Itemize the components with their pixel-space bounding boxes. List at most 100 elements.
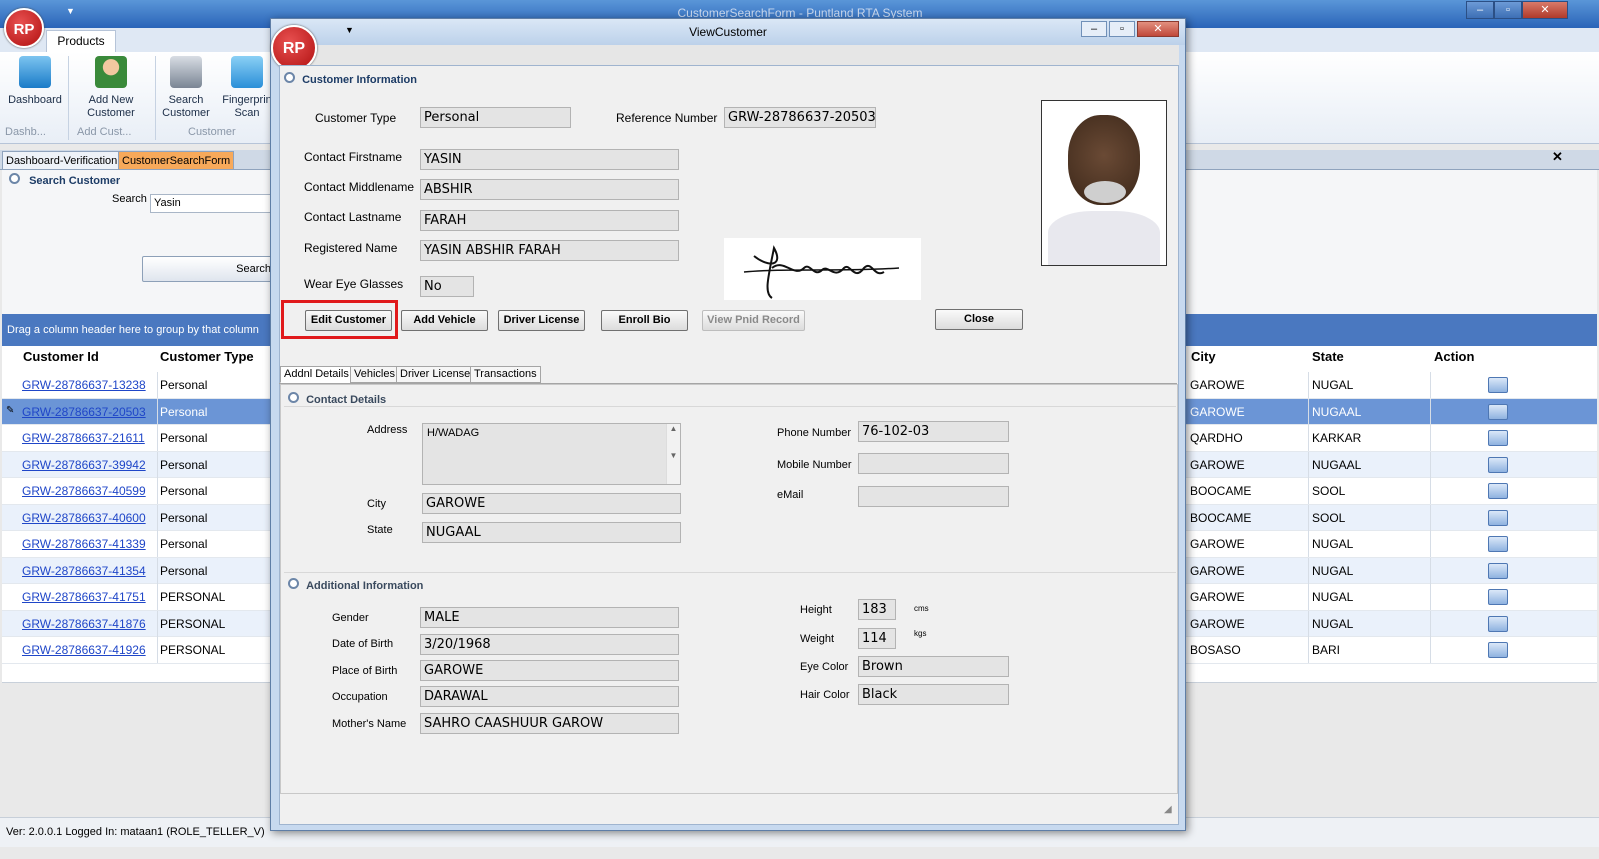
state-cell: SOOL: [1312, 484, 1346, 498]
edit-customer-button[interactable]: Edit Customer: [305, 310, 392, 331]
close-button[interactable]: Close: [935, 309, 1023, 330]
phone-field[interactable]: 76-102-03: [858, 421, 1009, 442]
customer-id-link[interactable]: GRW-28786637-39942: [22, 458, 146, 472]
view-record-icon[interactable]: [1488, 456, 1508, 473]
reference-number-field[interactable]: GRW-28786637-20503: [724, 107, 876, 128]
middlename-field[interactable]: ABSHIR: [420, 179, 679, 200]
view-record-icon[interactable]: [1488, 562, 1508, 579]
minimize-button[interactable]: –: [1466, 1, 1494, 19]
close-window-button[interactable]: ✕: [1522, 1, 1568, 19]
view-record-icon[interactable]: [1488, 536, 1508, 552]
dob-field[interactable]: 3/20/1968: [420, 634, 679, 655]
tab-customer-search-form[interactable]: CustomerSearchForm: [118, 151, 235, 170]
close-tab-icon[interactable]: ✕: [1552, 149, 1563, 165]
column-header-city[interactable]: City: [1191, 349, 1216, 364]
gender-field[interactable]: MALE: [420, 607, 679, 628]
column-header-action[interactable]: Action: [1434, 349, 1474, 364]
customer-id-link[interactable]: GRW-28786637-41751: [22, 590, 146, 604]
registered-name-field[interactable]: YASIN ABSHIR FARAH: [420, 240, 679, 261]
search-icon: [9, 173, 20, 184]
quick-access-dropdown-icon[interactable]: ▼: [66, 6, 75, 16]
lastname-field[interactable]: FARAH: [420, 210, 679, 231]
search-customer-button[interactable]: Search Customer: [151, 54, 221, 120]
firstname-field[interactable]: YASIN: [420, 149, 679, 170]
customer-id-link[interactable]: GRW-28786637-41876: [22, 617, 146, 631]
customer-id-link[interactable]: GRW-28786637-21611: [22, 431, 145, 445]
customer-id-link[interactable]: GRW-28786637-41354: [22, 564, 146, 578]
lastname-label: Contact Lastname: [304, 210, 402, 224]
city-cell: BOSASO: [1190, 643, 1241, 657]
customer-id-link[interactable]: GRW-28786637-13238: [22, 378, 146, 392]
customer-id-link[interactable]: GRW-28786637-40600: [22, 511, 146, 525]
enroll-bio-button[interactable]: Enroll Bio: [601, 310, 688, 331]
view-record-icon[interactable]: [1488, 615, 1508, 632]
customer-id-link[interactable]: GRW-28786637-41926: [22, 643, 146, 657]
resize-grip-icon[interactable]: ◢: [1164, 804, 1172, 815]
view-record-icon[interactable]: [1488, 483, 1508, 499]
weight-label: Weight: [800, 633, 835, 645]
dialog-menu-icon[interactable]: ▼: [345, 25, 354, 35]
mother-name-field[interactable]: SAHRO CAASHUUR GAROW: [420, 713, 679, 734]
wear-glasses-field[interactable]: No: [420, 276, 474, 297]
dob-label: Date of Birth: [332, 638, 394, 650]
tab-driver-license[interactable]: Driver License: [396, 366, 475, 383]
view-record-icon[interactable]: [1488, 509, 1508, 526]
mobile-label: Mobile Number: [777, 459, 852, 471]
search-input[interactable]: Yasin: [150, 194, 280, 213]
column-header-customer-type[interactable]: Customer Type: [160, 349, 254, 364]
tab-products[interactable]: Products: [46, 30, 116, 52]
hair-color-field[interactable]: Black: [858, 684, 1009, 705]
address-scrollbar[interactable]: ▲ ▼: [666, 424, 680, 484]
add-user-icon: [95, 56, 127, 88]
state-field[interactable]: NUGAAL: [422, 522, 681, 543]
occupation-label: Occupation: [332, 691, 388, 703]
magnifier-icon: [288, 392, 299, 403]
dialog-title-bar: ViewCustomer ▼ – ▫ ✕: [271, 19, 1185, 45]
column-header-customer-id[interactable]: Customer Id: [23, 349, 99, 364]
tab-vehicles[interactable]: Vehicles: [350, 366, 399, 383]
view-record-icon[interactable]: [1488, 589, 1508, 605]
weight-field[interactable]: 114: [858, 628, 896, 649]
customer-type-cell: Personal: [160, 537, 208, 551]
app-logo[interactable]: RP: [4, 8, 44, 48]
add-vehicle-button[interactable]: Add Vehicle: [401, 310, 488, 331]
dialog-minimize-button[interactable]: –: [1081, 21, 1107, 37]
search-button[interactable]: Search: [142, 256, 282, 282]
customer-type-label: Customer Type: [315, 111, 397, 125]
height-label: Height: [800, 604, 832, 616]
customer-id-link[interactable]: GRW-28786637-20503: [22, 405, 146, 419]
column-header-state[interactable]: State: [1312, 349, 1344, 364]
registered-name-label: Registered Name: [304, 241, 398, 255]
height-field[interactable]: 183: [858, 599, 896, 620]
address-value: H/WADAG: [427, 427, 480, 439]
view-record-icon[interactable]: [1488, 403, 1508, 420]
driver-license-button[interactable]: Driver License: [498, 310, 585, 331]
email-field[interactable]: [858, 486, 1009, 507]
view-pnid-record-button[interactable]: View Pnid Record: [702, 310, 805, 331]
group-label-dashboard: Dashb...: [5, 126, 46, 138]
mobile-field[interactable]: [858, 453, 1009, 474]
view-record-icon[interactable]: [1488, 377, 1508, 393]
view-record-icon[interactable]: [1488, 642, 1508, 658]
add-new-customer-button[interactable]: Add New Customer: [76, 54, 146, 120]
city-field[interactable]: GAROWE: [422, 493, 681, 514]
tab-dashboard-verification[interactable]: Dashboard-Verification: [2, 151, 122, 170]
state-cell: NUGAL: [1312, 590, 1354, 604]
eye-color-field[interactable]: Brown: [858, 656, 1009, 677]
maximize-button[interactable]: ▫: [1494, 1, 1522, 19]
customer-type-field[interactable]: Personal: [420, 107, 571, 128]
section-divider: [284, 406, 1176, 407]
customer-id-link[interactable]: GRW-28786637-41339: [22, 537, 146, 551]
group-label-add-customer: Add Cust...: [77, 126, 132, 138]
dialog-maximize-button[interactable]: ▫: [1109, 21, 1135, 37]
tab-transactions[interactable]: Transactions: [470, 366, 541, 383]
search-customer-label: Search Customer: [162, 94, 210, 119]
view-record-icon[interactable]: [1488, 430, 1508, 446]
occupation-field[interactable]: DARAWAL: [420, 686, 679, 707]
customer-id-link[interactable]: GRW-28786637-40599: [22, 484, 146, 498]
dialog-close-button[interactable]: ✕: [1137, 21, 1179, 37]
address-field[interactable]: H/WADAG ▲ ▼: [422, 423, 681, 485]
dashboard-button[interactable]: Dashboard: [0, 54, 70, 107]
tab-addnl-details[interactable]: Addnl Details: [280, 366, 353, 383]
pob-field[interactable]: GAROWE: [420, 660, 679, 681]
